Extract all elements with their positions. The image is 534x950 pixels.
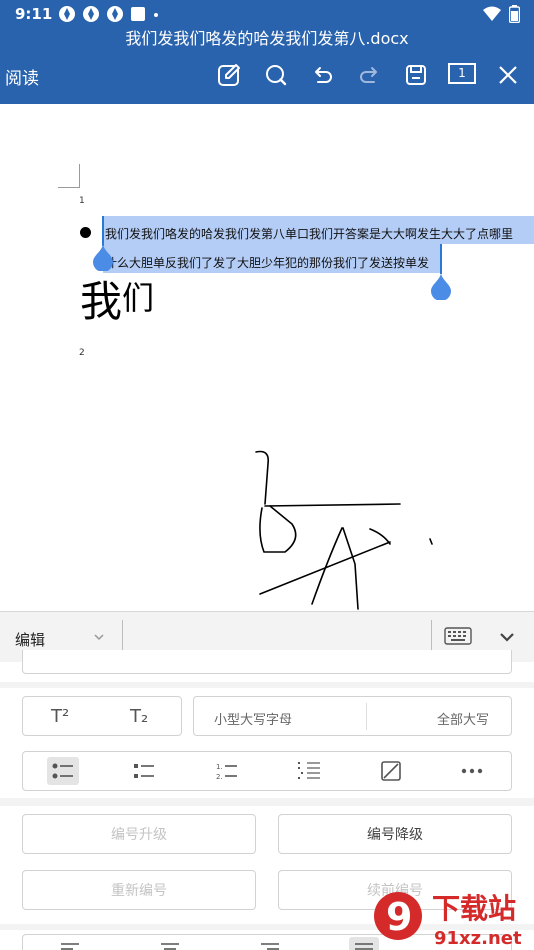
large-text-small: 们: [122, 279, 155, 317]
page-marker-2: 2: [79, 348, 85, 358]
save-button[interactable]: [401, 60, 431, 90]
save-icon: [406, 65, 426, 85]
document-title: 我们发我们咯发的哈发我们发第八.docx: [125, 29, 409, 48]
notification-icons: [58, 5, 160, 23]
multilevel-list-icon: [298, 762, 320, 779]
numbered-list-button[interactable]: 1. 2.: [211, 757, 243, 785]
superscript-button[interactable]: T²: [51, 706, 69, 727]
script-button-group: T² T₂: [22, 696, 182, 736]
close-icon: [499, 66, 517, 84]
keyboard-icon[interactable]: [444, 627, 472, 645]
bullet-list-square-icon: [134, 764, 154, 778]
align-center-icon[interactable]: [159, 942, 181, 950]
undo-button[interactable]: [308, 60, 338, 90]
read-mode-label[interactable]: 阅读: [5, 64, 39, 89]
demote-level-button[interactable]: 编号降级: [278, 814, 512, 854]
svg-text:1.: 1.: [216, 763, 223, 771]
align-right-icon[interactable]: [259, 942, 281, 950]
status-time: 9:11: [15, 5, 53, 23]
watermark-domain: 91xz.net: [434, 928, 522, 949]
restart-numbering-button[interactable]: 重新编号: [22, 870, 256, 910]
status-bar: 9:11: [0, 0, 534, 28]
document-canvas[interactable]: 1 我们发我们咯发的哈发我们发第八单口我们开答案是大大啊发生大大了点哪里 什么大…: [0, 104, 534, 611]
wifi-icon: [483, 6, 501, 21]
numbered-list-icon: 1.2.: [216, 763, 237, 780]
edit-mode-select[interactable]: 编辑: [15, 629, 45, 650]
subscript-button[interactable]: T₂: [130, 706, 148, 727]
redo-button[interactable]: [354, 60, 384, 90]
bullet-list-circle-button[interactable]: [47, 757, 79, 785]
divider: [366, 703, 367, 730]
selection-start-caret: [102, 216, 104, 246]
search-icon: [266, 65, 287, 86]
page-corner-mark: [58, 164, 80, 188]
no-list-icon: [381, 761, 401, 781]
large-text-main: 我: [80, 277, 123, 326]
panel-section: T² T₂ 小型大写字母 全部大写 1. 2.: [0, 688, 534, 798]
watermark-brand: 下载站: [432, 892, 516, 925]
page-count-button[interactable]: 1: [448, 63, 476, 84]
bullet-list-square-button[interactable]: [128, 757, 160, 785]
list-style-group: 1. 2.: [22, 751, 512, 791]
notification-square-icon: [131, 7, 145, 21]
notification-app-icon: [59, 6, 75, 22]
selection-end-caret: [440, 244, 442, 274]
undo-icon: [315, 67, 332, 83]
close-button[interactable]: [493, 60, 523, 90]
notification-app-icon: [83, 6, 99, 22]
large-text[interactable]: 我们: [80, 278, 154, 326]
battery-icon: [509, 5, 520, 23]
ink-drawing[interactable]: [240, 444, 440, 611]
list-bullet: [80, 227, 91, 238]
align-left-icon[interactable]: [59, 942, 81, 950]
selection-end-handle[interactable]: [430, 272, 452, 300]
more-icon: [461, 768, 483, 774]
system-icons: [483, 5, 520, 23]
site-watermark-logo: 9 下载站 91xz.net: [374, 892, 522, 949]
bullet-list-circle-icon: [52, 763, 73, 779]
selection-start-handle[interactable]: [92, 243, 114, 271]
notification-app-icon: [107, 6, 123, 22]
no-list-button[interactable]: [375, 757, 407, 785]
multilevel-list-button[interactable]: [293, 757, 325, 785]
previous-row-box: [22, 650, 512, 674]
edit-button[interactable]: [214, 60, 244, 90]
paragraph-line-1[interactable]: 我们发我们咯发的哈发我们发第八单口我们开答案是大大啊发生大大了点哪里: [105, 226, 513, 242]
chevron-down-icon[interactable]: [93, 633, 105, 641]
edit-icon: [218, 64, 240, 86]
small-caps-button[interactable]: 小型大写字母: [214, 709, 292, 728]
page-marker-1: 1: [79, 196, 85, 206]
watermark-logo-digit: 9: [386, 895, 412, 939]
svg-text:2.: 2.: [216, 773, 223, 780]
app-toolbar: 9:11 我们发我们咯发的哈发我们发第八.docx 阅读 1: [0, 0, 534, 104]
caps-button-group: 小型大写字母 全部大写: [193, 696, 512, 736]
more-list-button[interactable]: [456, 757, 488, 785]
paragraph-line-2[interactable]: 什么大胆单反我们了发了大胆少年犯的那份我们了发送按单发: [105, 255, 429, 271]
promote-level-button[interactable]: 编号升级: [22, 814, 256, 854]
notification-dot-icon: [154, 13, 158, 17]
panel-section: [0, 650, 534, 682]
search-button[interactable]: [261, 60, 291, 90]
collapse-chevron-icon[interactable]: [498, 630, 516, 644]
redo-icon: [360, 67, 377, 83]
all-caps-button[interactable]: 全部大写: [437, 709, 489, 728]
